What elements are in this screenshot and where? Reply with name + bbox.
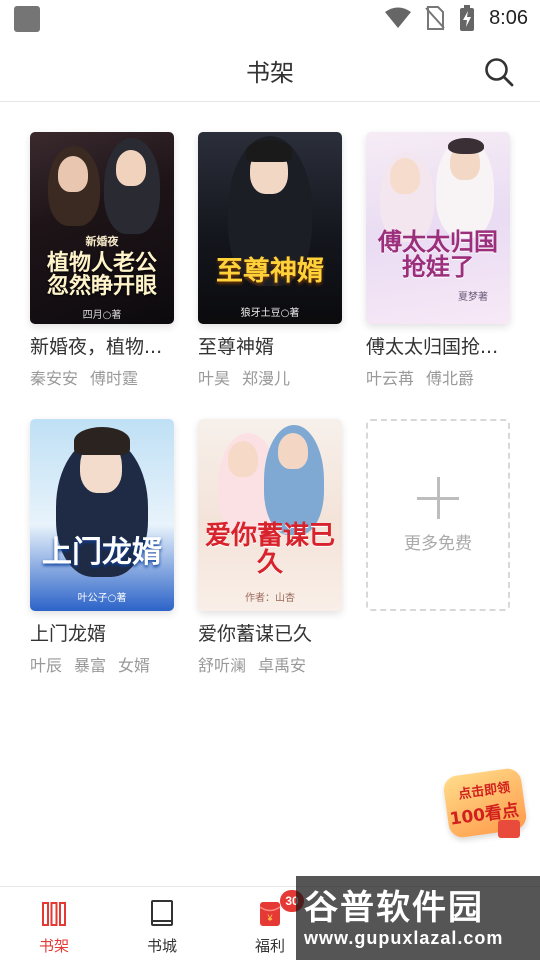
cover-author: 夏梦著 [458,292,488,303]
cover-title: 傅太太归国抢娃了 [378,228,498,282]
plus-icon [417,477,459,519]
no-sim-icon [425,6,445,30]
book-tag: 叶云苒 [366,369,415,388]
book-item[interactable]: 傅太太归国抢娃了 夏梦著 傅太太归国抢... 叶云苒 傅北爵 [366,132,512,389]
book-tag: 郑漫儿 [242,369,291,388]
header: 书架 [0,36,540,102]
book-title: 爱你蓄谋已久 [198,623,313,645]
cover-title: 上门龙婿 [42,535,162,570]
nav-item-bookshelf[interactable]: 书架 [0,887,108,960]
book-title: 新婚夜，植物... [30,336,163,358]
battery-charging-icon [460,5,475,31]
book-tag: 秦安安 [30,369,79,388]
cover-author: 叶公子○著 [77,593,127,604]
book-item[interactable]: 上门龙婿 叶公子○著 上门龙婿 叶辰 暴富 女婿 [30,419,176,676]
cover-author: 狼牙土豆○著 [240,308,300,319]
cover-title: 植物人老公忽然睁开眼 [46,251,157,300]
book-tag: 傅时霆 [90,369,139,388]
gift-icon [498,820,520,838]
cover-title: 爱你蓄谋已久 [204,521,335,579]
svg-text:¥: ¥ [266,913,273,923]
add-more-label: 更多免费 [404,534,472,554]
book-tag: 叶昊 [198,369,231,388]
book-cover[interactable]: 爱你蓄谋已久 作者：山杏 [198,419,342,611]
book-tag: 暴富 [74,656,107,675]
promo-reward-button[interactable]: 点击即领 100看点 [442,766,528,844]
book-title: 傅太太归国抢... [366,336,499,358]
app-notification-icon [14,6,40,32]
book-cover[interactable]: 至尊神婿 狼牙土豆○著 [198,132,342,324]
cover-author: 作者：山杏 [245,593,295,604]
watermark-url: www.gupuxlazal.com [304,928,504,948]
book-title: 上门龙婿 [30,623,107,645]
book-title: 至尊神婿 [198,336,275,358]
book-tags: 叶昊 郑漫儿 [198,365,344,389]
nav-item-bookstore[interactable]: 书城 [108,887,216,960]
book-tag: 傅北爵 [426,369,475,388]
book-tags: 舒听澜 卓禹安 [198,652,344,676]
book-cover[interactable]: 上门龙婿 叶公子○著 [30,419,174,611]
status-icons: 8:06 [385,5,528,31]
book-tag: 舒听澜 [198,656,247,675]
nav-label: 书架 [38,937,69,955]
book-tag: 卓禹安 [258,656,307,675]
status-bar: 8:06 [0,0,540,36]
book-tags: 秦安安 傅时霆 [30,365,176,389]
cover-author: 四月○著 [82,310,122,321]
nav-label: 书城 [146,937,177,955]
book-tag: 叶辰 [30,656,63,675]
book-tags: 叶辰 暴富 女婿 [30,652,176,676]
book-tag: 女婿 [118,656,151,675]
add-more-books-button[interactable]: 更多免费 [366,419,510,611]
book-item[interactable]: 新婚夜 植物人老公忽然睁开眼 四月○著 新婚夜，植物... 秦安安 傅时霆 [30,132,176,389]
cover-subtitle: 新婚夜 [85,235,119,248]
book-icon [151,900,173,926]
bookshelf-icon [42,902,66,926]
book-item[interactable]: 至尊神婿 狼牙土豆○著 至尊神婿 叶昊 郑漫儿 [198,132,344,389]
wifi-icon [385,7,412,28]
search-icon[interactable] [484,57,514,87]
cover-title: 至尊神婿 [216,256,324,287]
book-cover[interactable]: 新婚夜 植物人老公忽然睁开眼 四月○著 [30,132,174,324]
page-title: 书架 [246,59,294,87]
book-item[interactable]: 爱你蓄谋已久 作者：山杏 爱你蓄谋已久 舒听澜 卓禹安 [198,419,344,676]
book-tags: 叶云苒 傅北爵 [366,365,512,389]
watermark: 谷普软件园 www.gupuxlazal.com [296,876,540,960]
status-time: 8:06 [489,6,528,29]
book-cover[interactable]: 傅太太归国抢娃了 夏梦著 [366,132,510,324]
watermark-title: 谷普软件园 [304,888,484,928]
